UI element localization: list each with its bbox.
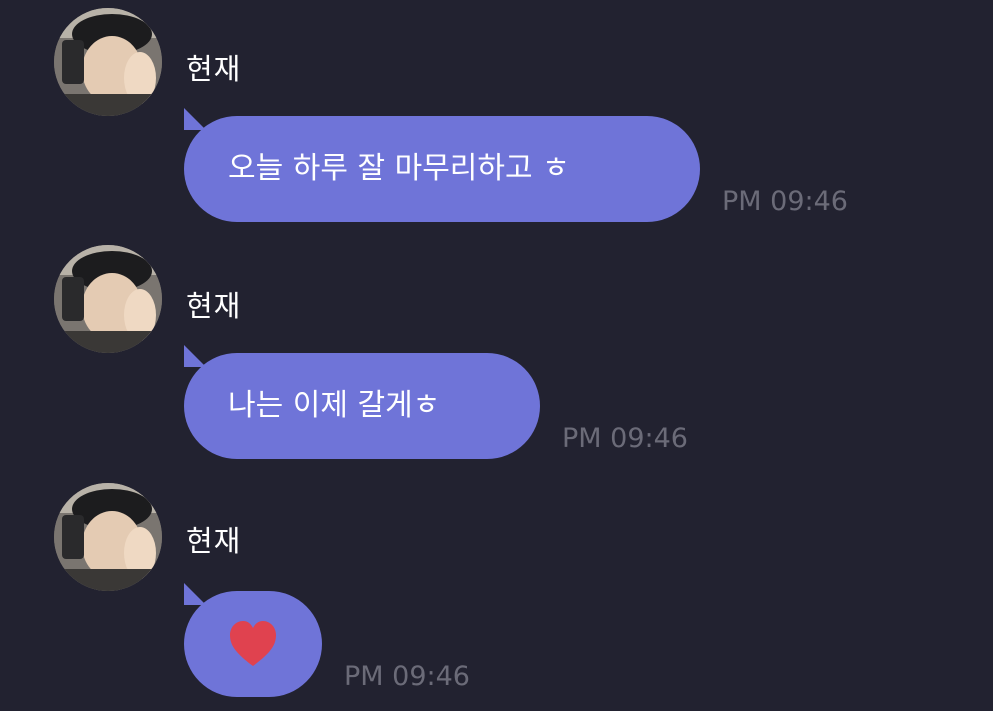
- avatar-photo-icon: [54, 245, 162, 353]
- heart-icon: [230, 621, 276, 666]
- sender-name: 현재: [186, 289, 242, 323]
- sender-name: 현재: [186, 524, 242, 558]
- sender-avatar[interactable]: [54, 245, 162, 353]
- chat-thread: 현재 오늘 하루 잘 마무리하고 ㅎ PM 09:46 현재 나는 이제 갈게ㅎ…: [0, 0, 993, 711]
- bubble-tail: [184, 583, 206, 605]
- sender-avatar[interactable]: [54, 483, 162, 591]
- avatar-photo-icon: [54, 483, 162, 591]
- message-bubble[interactable]: 오늘 하루 잘 마무리하고 ㅎ: [184, 108, 700, 222]
- message-text: 오늘 하루 잘 마무리하고 ㅎ: [228, 151, 570, 186]
- message-bubble[interactable]: 나는 이제 갈게ㅎ: [184, 345, 540, 459]
- message-bubble[interactable]: [184, 583, 322, 697]
- message-timestamp: PM 09:46: [562, 423, 688, 454]
- bubble-tail: [184, 108, 206, 130]
- avatar-photo-icon: [54, 8, 162, 116]
- sender-avatar[interactable]: [54, 8, 162, 116]
- message-timestamp: PM 09:46: [344, 661, 470, 692]
- message-text: 나는 이제 갈게ㅎ: [228, 388, 441, 423]
- message-timestamp: PM 09:46: [722, 186, 848, 217]
- bubble-tail: [184, 345, 206, 367]
- sender-name: 현재: [186, 52, 242, 86]
